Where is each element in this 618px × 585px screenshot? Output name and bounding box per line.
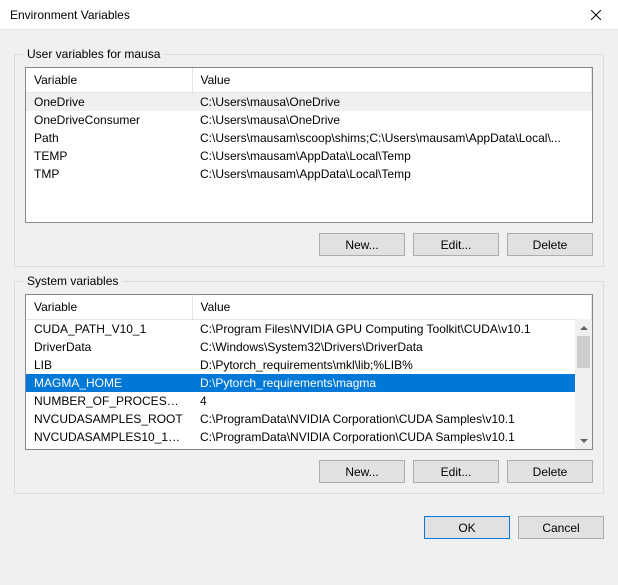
scrollbar[interactable] bbox=[575, 319, 592, 449]
dialog-body: User variables for mausa Variable Value … bbox=[0, 30, 618, 585]
user-new-button[interactable]: New... bbox=[319, 233, 405, 256]
system-new-button[interactable]: New... bbox=[319, 460, 405, 483]
cell-value: D:\Pytorch_requirements\mkl\lib;%LIB% bbox=[192, 356, 592, 374]
user-variables-group: User variables for mausa Variable Value … bbox=[14, 54, 604, 267]
cell-value: C:\Program Files\NVIDIA GPU Computing To… bbox=[192, 319, 592, 338]
close-icon bbox=[591, 10, 601, 20]
user-variables-table-wrap: Variable Value OneDrive C:\Users\mausa\O… bbox=[25, 67, 593, 223]
cell-value: C:\Users\mausa\OneDrive bbox=[192, 92, 592, 111]
window-title: Environment Variables bbox=[10, 8, 130, 22]
table-row[interactable]: OneDrive C:\Users\mausa\OneDrive bbox=[26, 92, 592, 111]
cell-value: C:\Users\mausam\AppData\Local\Temp bbox=[192, 147, 592, 165]
user-delete-button[interactable]: Delete bbox=[507, 233, 593, 256]
cell-variable: MAGMA_HOME bbox=[26, 374, 192, 392]
table-row[interactable]: MAGMA_HOME D:\Pytorch_requirements\magma bbox=[26, 374, 592, 392]
cell-value: C:\Windows\System32\Drivers\DriverData bbox=[192, 338, 592, 356]
cell-variable: OneDriveConsumer bbox=[26, 111, 192, 129]
table-row[interactable]: NVCUDASAMPLES_ROOT C:\ProgramData\NVIDIA… bbox=[26, 410, 592, 428]
cancel-button[interactable]: Cancel bbox=[518, 516, 604, 539]
cell-variable: NVCUDASAMPLES10_1_ROOT bbox=[26, 428, 192, 446]
system-button-row: New... Edit... Delete bbox=[25, 460, 593, 483]
cell-variable: OneDrive bbox=[26, 92, 192, 111]
user-button-row: New... Edit... Delete bbox=[25, 233, 593, 256]
system-edit-button[interactable]: Edit... bbox=[413, 460, 499, 483]
cell-variable: NUMBER_OF_PROCESSORS bbox=[26, 392, 192, 410]
cell-variable: Path bbox=[26, 129, 192, 147]
cell-variable: LIB bbox=[26, 356, 192, 374]
chevron-down-icon bbox=[580, 437, 588, 445]
cell-variable: NVCUDASAMPLES_ROOT bbox=[26, 410, 192, 428]
scroll-down-button[interactable] bbox=[575, 432, 592, 449]
close-button[interactable] bbox=[573, 0, 618, 30]
table-row[interactable]: OneDriveConsumer C:\Users\mausa\OneDrive bbox=[26, 111, 592, 129]
cell-value: D:\Pytorch_requirements\magma bbox=[192, 374, 592, 392]
scroll-up-button[interactable] bbox=[575, 319, 592, 336]
user-col-value[interactable]: Value bbox=[192, 68, 592, 92]
user-variables-table[interactable]: Variable Value OneDrive C:\Users\mausa\O… bbox=[26, 68, 592, 183]
table-row[interactable]: CUDA_PATH_V10_1 C:\Program Files\NVIDIA … bbox=[26, 319, 592, 338]
cell-value: C:\Users\mausam\scoop\shims;C:\Users\mau… bbox=[192, 129, 592, 147]
table-row[interactable]: TMP C:\Users\mausam\AppData\Local\Temp bbox=[26, 165, 592, 183]
cell-value: C:\Users\mausa\OneDrive bbox=[192, 111, 592, 129]
table-row[interactable]: TEMP C:\Users\mausam\AppData\Local\Temp bbox=[26, 147, 592, 165]
footer-row: OK Cancel bbox=[14, 516, 604, 539]
table-row[interactable]: DriverData C:\Windows\System32\Drivers\D… bbox=[26, 338, 592, 356]
table-row[interactable]: NVCUDASAMPLES10_1_ROOT C:\ProgramData\NV… bbox=[26, 428, 592, 446]
cell-variable: TMP bbox=[26, 165, 192, 183]
user-edit-button[interactable]: Edit... bbox=[413, 233, 499, 256]
titlebar: Environment Variables bbox=[0, 0, 618, 30]
cell-value: C:\ProgramData\NVIDIA Corporation\CUDA S… bbox=[192, 428, 592, 446]
cell-value: C:\Users\mausam\AppData\Local\Temp bbox=[192, 165, 592, 183]
cell-variable: DriverData bbox=[26, 338, 192, 356]
table-row[interactable]: Path C:\Users\mausam\scoop\shims;C:\User… bbox=[26, 129, 592, 147]
cell-value: 4 bbox=[192, 392, 592, 410]
cell-variable: TEMP bbox=[26, 147, 192, 165]
user-variables-legend: User variables for mausa bbox=[23, 47, 164, 61]
chevron-up-icon bbox=[580, 324, 588, 332]
system-col-variable[interactable]: Variable bbox=[26, 295, 192, 319]
system-col-value[interactable]: Value bbox=[192, 295, 592, 319]
scroll-thumb[interactable] bbox=[577, 336, 590, 368]
ok-button[interactable]: OK bbox=[424, 516, 510, 539]
system-delete-button[interactable]: Delete bbox=[507, 460, 593, 483]
cell-value: C:\ProgramData\NVIDIA Corporation\CUDA S… bbox=[192, 410, 592, 428]
cell-variable: CUDA_PATH_V10_1 bbox=[26, 319, 192, 338]
user-col-variable[interactable]: Variable bbox=[26, 68, 192, 92]
system-variables-table-wrap: Variable Value CUDA_PATH_V10_1 C:\Progra… bbox=[25, 294, 593, 450]
table-row[interactable]: LIB D:\Pytorch_requirements\mkl\lib;%LIB… bbox=[26, 356, 592, 374]
system-variables-table[interactable]: Variable Value CUDA_PATH_V10_1 C:\Progra… bbox=[26, 295, 592, 446]
table-row[interactable]: NUMBER_OF_PROCESSORS 4 bbox=[26, 392, 592, 410]
system-variables-group: System variables Variable Value CUDA_PAT… bbox=[14, 281, 604, 494]
system-variables-legend: System variables bbox=[23, 274, 122, 288]
